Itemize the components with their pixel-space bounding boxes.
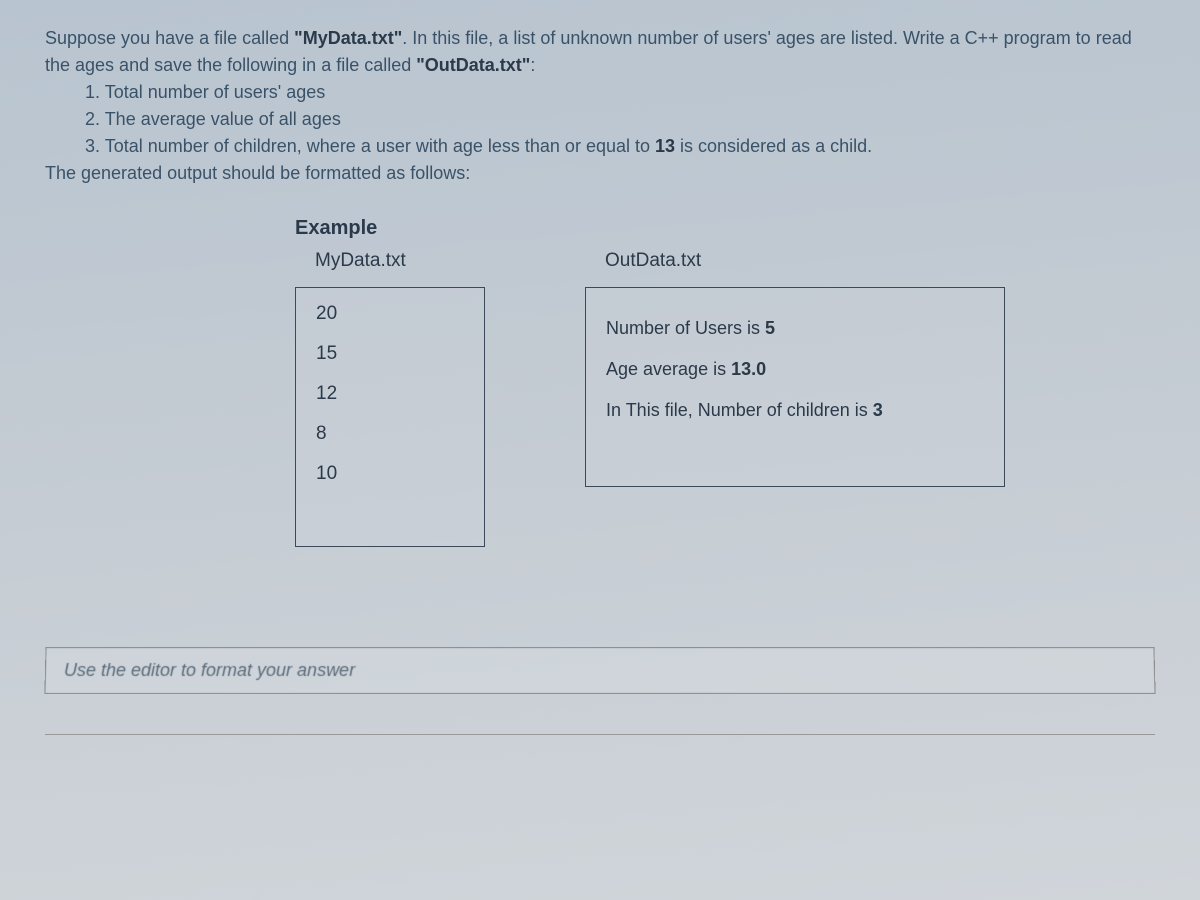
out-line-2: Age average is 13.0 [606,359,984,380]
req3-bold: 13 [655,136,675,156]
age-value: 8 [316,423,464,445]
out-text-2: Age average is [606,359,731,379]
age-value: 20 [316,303,464,325]
outdata-column: OutData.txt Number of Users is 5 Age ave… [585,250,1005,487]
out-line-1: Number of Users is 5 [606,318,984,339]
answer-editor[interactable]: Use the editor to format your answer [44,647,1155,694]
requirement-3: 3. Total number of children, where a use… [45,133,1155,160]
age-value: 12 [316,383,464,405]
requirement-1: 1. Total number of users' ages [45,79,1155,106]
divider-line [45,734,1155,735]
example-title: Example [295,217,1155,240]
req3-part1: 3. Total number of children, where a use… [85,136,655,156]
question-outro: The generated output should be formatted… [45,160,1155,187]
age-value: 15 [316,343,464,365]
mydata-box: 20 15 12 8 10 [295,287,485,547]
out-text-1: Number of Users is [606,318,765,338]
out-val-1: 5 [765,318,775,338]
requirement-2: 2. The average value of all ages [45,106,1155,133]
out-val-2: 13.0 [731,359,766,379]
question-intro: Suppose you have a file called "MyData.t… [45,25,1155,79]
file-in-name: "MyData.txt" [294,28,402,48]
mydata-column: MyData.txt 20 15 12 8 10 [295,250,485,547]
mydata-label: MyData.txt [295,250,485,272]
intro-text-3: : [530,55,535,75]
files-row: MyData.txt 20 15 12 8 10 OutData.txt Num… [295,250,1155,547]
outdata-box: Number of Users is 5 Age average is 13.0… [585,287,1005,487]
out-text-3: In This file, Number of children is [606,400,873,420]
out-line-3: In This file, Number of children is 3 [606,400,984,421]
outdata-label: OutData.txt [585,250,1005,272]
age-value: 10 [316,463,464,485]
intro-text-1: Suppose you have a file called [45,28,294,48]
editor-placeholder: Use the editor to format your answer [64,660,355,680]
req3-part2: is considered as a child. [675,136,872,156]
out-val-3: 3 [873,400,883,420]
question-prompt: Suppose you have a file called "MyData.t… [45,25,1155,187]
file-out-name: "OutData.txt" [416,55,530,75]
example-section: Example ••• MyData.txt 20 15 12 8 10 Out… [295,217,1155,547]
